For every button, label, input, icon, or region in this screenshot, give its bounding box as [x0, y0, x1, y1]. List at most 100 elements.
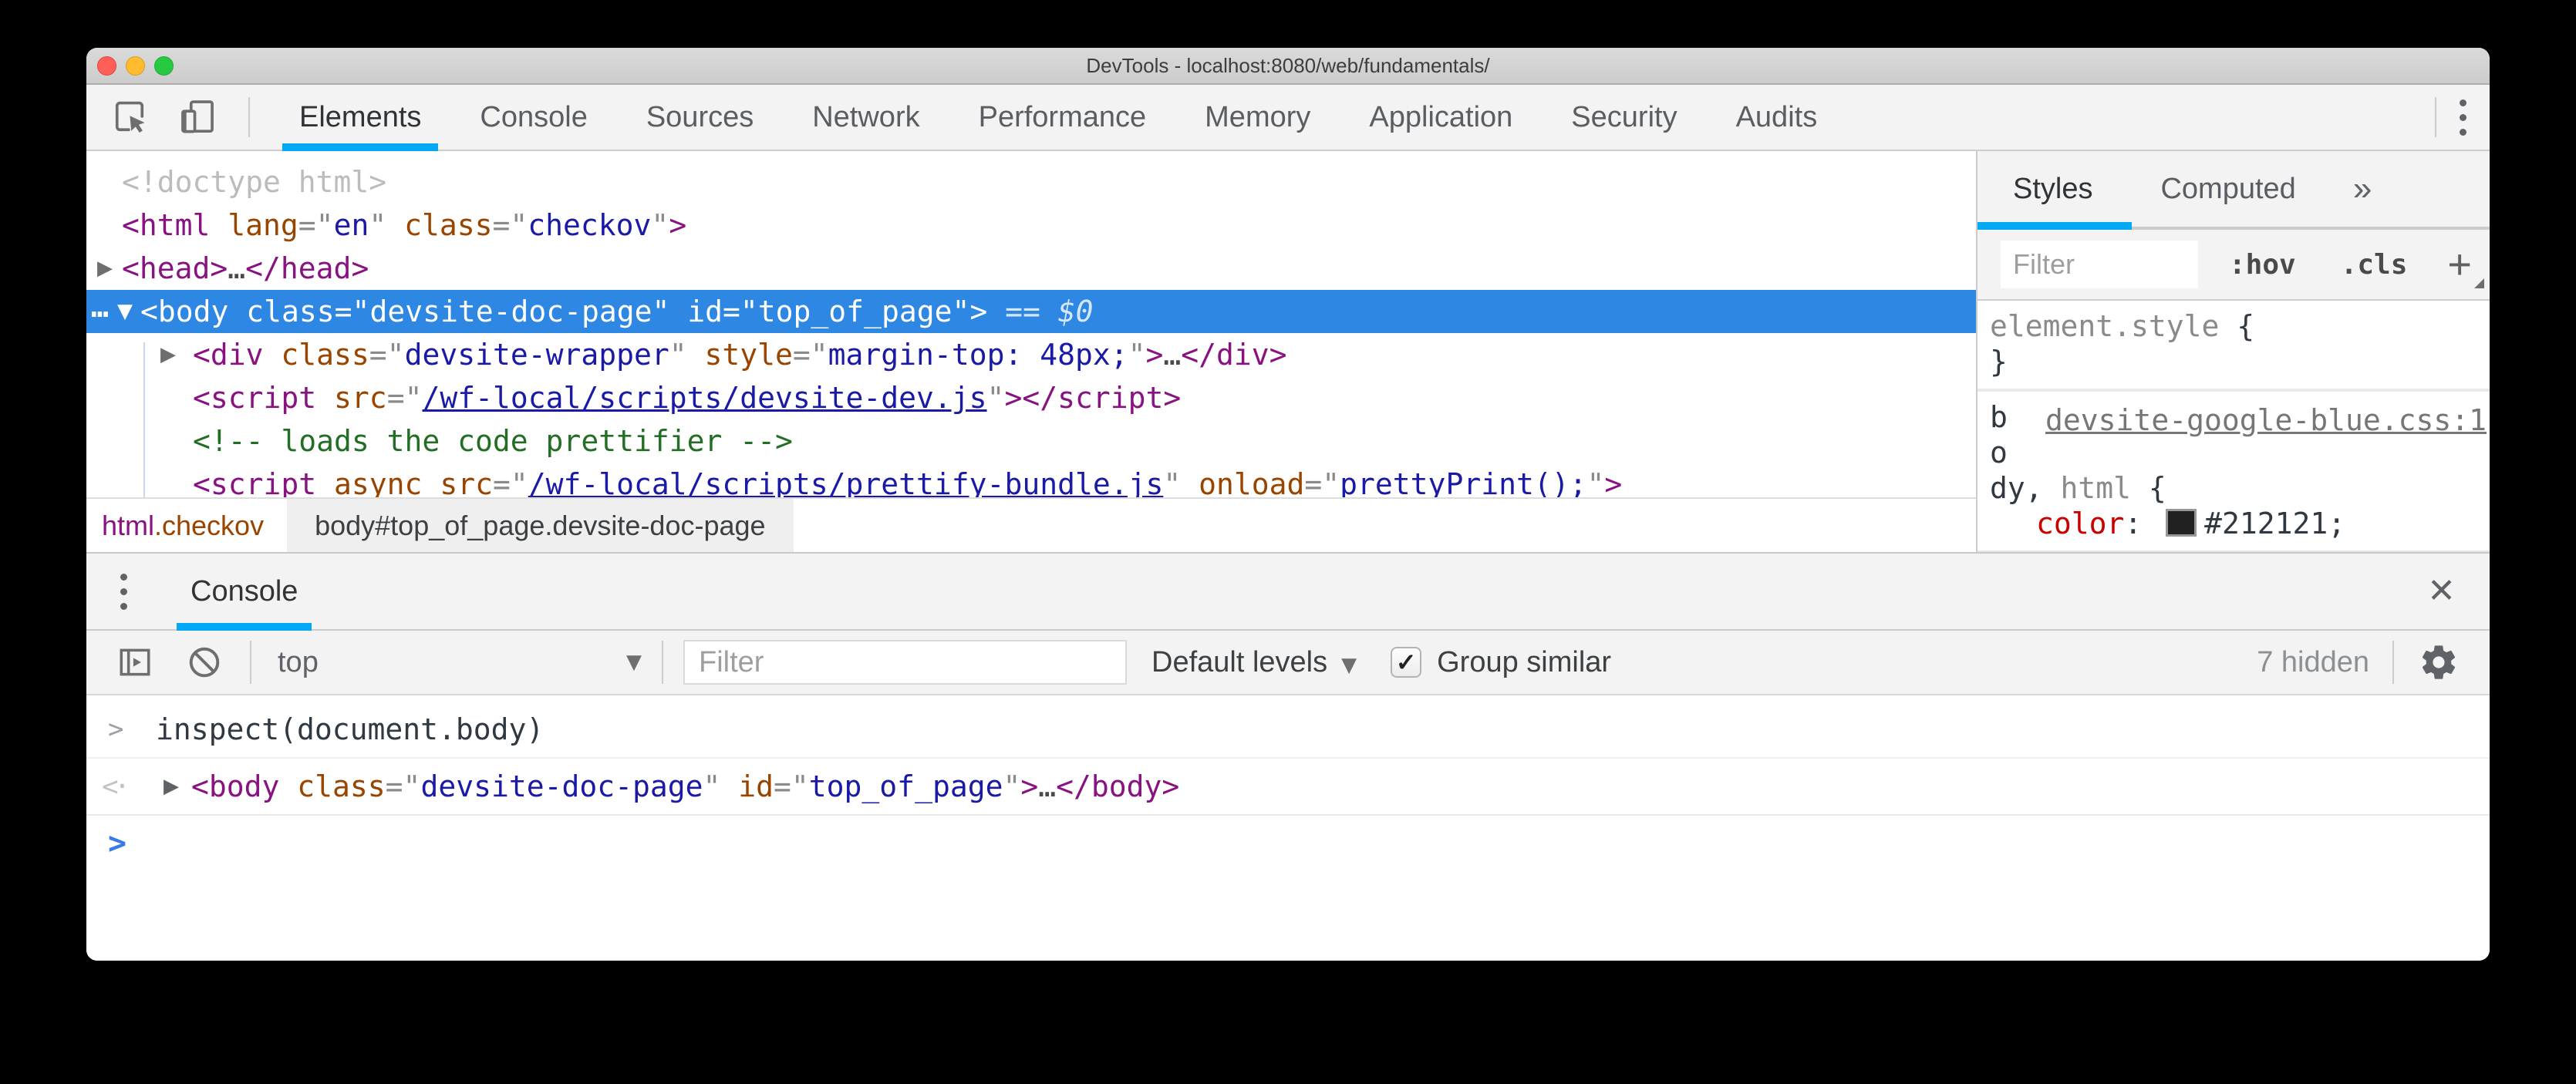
- console-message-result[interactable]: <· ▶ <body class =" devsite-doc-page " id =" to…: [86, 759, 2490, 816]
- inspect-element-icon[interactable]: [110, 97, 150, 137]
- toolbar-separator: [662, 641, 663, 684]
- console-filter-input[interactable]: [683, 640, 1127, 685]
- code-token: color: [2036, 507, 2125, 540]
- code-token: …: [1038, 769, 1057, 803]
- dom-tree-row[interactable]: <!-- loads the code prettifier -->: [86, 419, 1976, 463]
- console-drawer: Console ✕ top ▼ Filter Default levels ▼ …: [86, 552, 2490, 961]
- breadcrumb-item-html[interactable]: html .checkov: [86, 499, 279, 552]
- tab-application[interactable]: Application: [1340, 85, 1542, 150]
- tab-computed[interactable]: Computed: [2160, 173, 2295, 206]
- code-token: ": [651, 208, 669, 242]
- panel-tabs: Elements Console Sources Network Performance…: [270, 85, 1847, 151]
- style-rule-element[interactable]: element.style { }: [1978, 301, 2490, 392]
- code-token: </head>: [245, 251, 369, 285]
- code-token: <!-- loads the code prettifier -->: [193, 424, 793, 458]
- dom-tree-row[interactable]: <script async src="/wf-local/scripts/pre…: [86, 463, 1976, 497]
- dom-tree-row[interactable]: … ▼ <body class="devsite-doc-page" id="top…: [86, 290, 1976, 333]
- code-token: #212121;: [2204, 507, 2346, 540]
- tab-security[interactable]: Security: [1542, 85, 1706, 150]
- expand-icon[interactable]: ▶: [164, 775, 179, 798]
- code-token: ": [369, 208, 387, 242]
- code-token: b: [1990, 400, 2008, 434]
- hidden-messages-count: 7 hidden: [2257, 645, 2369, 678]
- code-token: <!doctype html>: [122, 165, 387, 199]
- dom-tree-row[interactable]: ▶ <head>…</head>: [86, 247, 1976, 290]
- group-similar-label[interactable]: Group similar: [1437, 646, 1611, 679]
- javascript-context-select[interactable]: top ▼: [278, 646, 642, 679]
- style-rule-body-html[interactable]: devsite-google-blue.css:1 b o dy, html {…: [1978, 392, 2490, 552]
- overflow-tabs-icon[interactable]: »: [2353, 170, 2372, 208]
- dom-tree-row[interactable]: <html lang="en" class="checkov">: [86, 204, 1976, 247]
- styles-sidebar: Styles Computed » :hov .cls + element.st…: [1976, 151, 2490, 552]
- tab-audits[interactable]: Audits: [1707, 85, 1847, 150]
- code-token: ": [1586, 467, 1605, 497]
- toggle-element-state-button[interactable]: :hov: [2229, 249, 2296, 281]
- code-token: </body>: [1056, 769, 1180, 803]
- code-token: …: [1163, 338, 1182, 372]
- tab-elements[interactable]: Elements: [270, 85, 450, 151]
- code-token: id: [687, 295, 723, 328]
- code-token: style: [704, 338, 793, 372]
- code-token: <script: [193, 381, 317, 415]
- toolbar-separator: [2435, 97, 2436, 137]
- dom-tree-row[interactable]: ▶ <div class="devsite-wrapper" style="mar…: [86, 333, 1976, 376]
- active-tab-underline: [1978, 222, 2132, 230]
- code-token: == $0: [987, 295, 1094, 328]
- css-selector[interactable]: element.style {: [1990, 308, 2490, 344]
- dom-tree-row[interactable]: <!doctype html>: [86, 160, 1976, 204]
- code-token: <script: [193, 467, 317, 497]
- drawer-header: Console ✕: [86, 552, 2490, 631]
- code-token: checkov: [528, 208, 652, 242]
- drawer-menu-icon[interactable]: [120, 573, 127, 610]
- tab-console[interactable]: Console: [450, 85, 616, 150]
- context-label: top: [278, 645, 319, 678]
- dropdown-arrow-icon: ▼: [1341, 653, 1357, 677]
- tab-performance[interactable]: Performance: [949, 85, 1176, 150]
- tab-console-drawer[interactable]: Console: [177, 554, 312, 631]
- code-token: inspect(document.body): [156, 712, 545, 746]
- close-drawer-icon[interactable]: ✕: [2427, 574, 2456, 608]
- tab-network[interactable]: Network: [783, 85, 949, 150]
- css-property[interactable]: color: #212121;: [1990, 506, 2490, 541]
- console-prompt[interactable]: >: [86, 816, 2490, 871]
- css-rule-close: }: [1990, 344, 2490, 379]
- styles-filter-input[interactable]: [2001, 241, 2198, 288]
- expand-icon[interactable]: ▶: [160, 333, 176, 376]
- stylesheet-link[interactable]: devsite-google-blue.css:1: [2045, 402, 2487, 438]
- css-selector[interactable]: dy, html {: [1990, 470, 2490, 506]
- dom-tree-row[interactable]: <script src="/wf-local/scripts/devsite-d…: [86, 376, 1976, 419]
- node-menu-icon[interactable]: …: [91, 285, 110, 328]
- code-token: =": [386, 381, 423, 415]
- device-toolbar-icon[interactable]: [177, 97, 217, 137]
- tab-styles[interactable]: Styles: [2013, 173, 2092, 206]
- tab-memory[interactable]: Memory: [1175, 85, 1340, 150]
- code-token: >: [969, 295, 988, 328]
- elements-column: <!doctype html> <html lang="en" class="ch…: [86, 151, 1976, 552]
- code-token: }: [1990, 345, 2008, 379]
- code-token: en: [333, 208, 369, 242]
- console-settings-icon[interactable]: [2419, 642, 2459, 682]
- code-token: =": [334, 295, 370, 328]
- new-style-rule-button[interactable]: +: [2447, 244, 2484, 288]
- toolbar-separator: [2392, 641, 2394, 684]
- main-tabbar: Elements Console Sources Network Performance…: [86, 85, 2490, 151]
- expand-icon[interactable]: ▶: [97, 247, 113, 290]
- log-levels-select[interactable]: Default levels ▼: [1151, 646, 1357, 679]
- show-console-sidebar-icon[interactable]: [116, 643, 154, 682]
- css-selector[interactable]: o: [1990, 435, 2490, 470]
- code-token: html: [102, 509, 155, 541]
- group-similar-checkbox[interactable]: ✓: [1391, 647, 1422, 678]
- breadcrumb-item-body[interactable]: body#top_of_page.devsite-doc-page: [287, 499, 794, 552]
- element-classes-button[interactable]: .cls: [2341, 249, 2408, 281]
- tab-sources[interactable]: Sources: [617, 85, 783, 150]
- console-messages: > inspect(document.body) <· ▶ <body class =" d…: [86, 695, 2490, 961]
- main-row: <!doctype html> <html lang="en" class="ch…: [86, 151, 2490, 552]
- collapse-icon[interactable]: ▼: [117, 290, 133, 333]
- more-options-icon[interactable]: [2460, 99, 2466, 136]
- clear-console-icon[interactable]: [185, 643, 224, 682]
- code-token: <html: [122, 208, 211, 242]
- console-message-command[interactable]: > inspect(document.body): [86, 702, 2490, 759]
- code-token: ": [652, 295, 670, 328]
